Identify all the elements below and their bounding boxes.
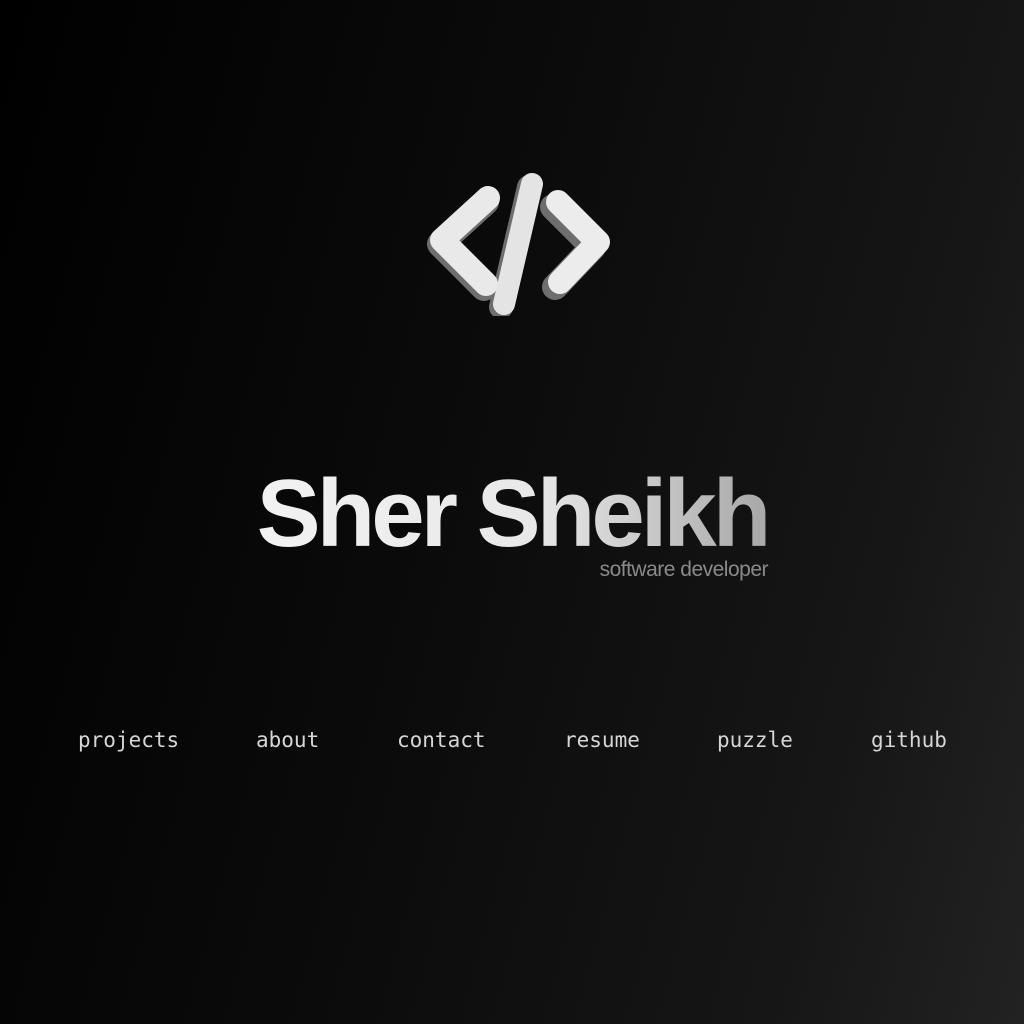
main-nav: projects about contact resume puzzle git… (0, 728, 1024, 760)
nav-link-projects[interactable]: projects (78, 728, 179, 752)
nav-link-puzzle[interactable]: puzzle (717, 728, 793, 752)
page-title: Sher Sheikh (0, 458, 1024, 570)
nav-link-about[interactable]: about (256, 728, 319, 752)
code-brackets-icon (412, 172, 612, 319)
subtitle: software developer (599, 558, 769, 581)
name-text: Sher Sheikh (256, 460, 772, 567)
nav-link-contact[interactable]: contact (397, 728, 486, 752)
nav-link-github[interactable]: github (871, 728, 947, 752)
nav-link-resume[interactable]: resume (564, 728, 640, 752)
